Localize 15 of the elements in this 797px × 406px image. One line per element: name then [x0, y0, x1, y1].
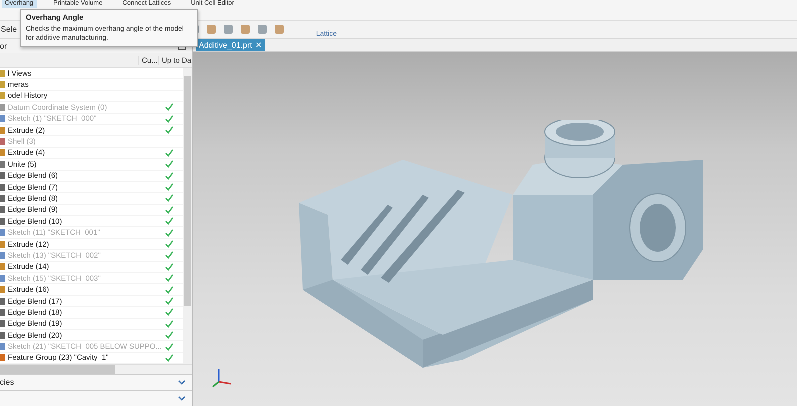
scrollbar-thumb[interactable] — [184, 76, 191, 306]
chevron-down-icon[interactable] — [178, 380, 186, 385]
toolbar-icon[interactable] — [223, 24, 234, 35]
scrollbar-thumb[interactable] — [0, 365, 115, 374]
close-icon[interactable]: ✕ — [255, 40, 262, 50]
section-header[interactable]: cies — [0, 378, 14, 387]
toolbar-icon[interactable] — [240, 24, 252, 35]
axis-triad-icon — [211, 366, 233, 388]
toolbar-icon[interactable] — [257, 24, 268, 35]
document-tab[interactable]: Additive_01.prt ✕ — [196, 39, 266, 51]
selection-filter-label: Sele — [0, 25, 18, 34]
toolbar-icon[interactable] — [274, 24, 286, 35]
toolbar-icon[interactable] — [206, 24, 218, 35]
chevron-down-icon[interactable] — [178, 396, 186, 401]
panel-title: or — [0, 42, 8, 50]
